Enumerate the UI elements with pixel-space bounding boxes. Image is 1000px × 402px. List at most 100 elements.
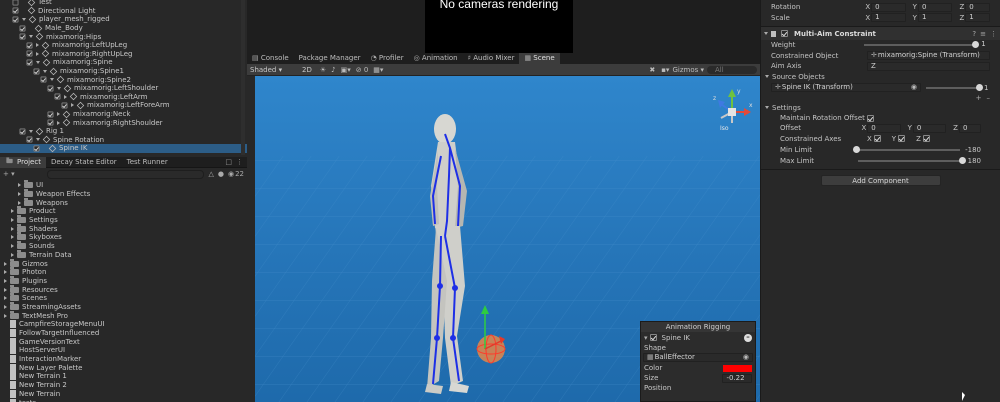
project-item[interactable]: Sounds bbox=[0, 241, 240, 251]
tab-scene[interactable]: ▦ Scene bbox=[519, 53, 560, 64]
size-field[interactable]: -0.22 bbox=[722, 373, 752, 383]
visibility-checkbox[interactable] bbox=[12, 16, 19, 23]
max-limit-value[interactable]: 180 bbox=[968, 157, 981, 165]
collapse-icon[interactable] bbox=[764, 32, 768, 35]
visibility-checkbox[interactable] bbox=[33, 68, 40, 75]
object-picker-icon[interactable]: ◉ bbox=[911, 84, 917, 91]
constrained-object-field[interactable]: ✛ mixamorig:Spine (Transform) bbox=[867, 51, 990, 60]
hierarchy-item[interactable]: mixamorig:Hips bbox=[0, 32, 247, 41]
add-icon[interactable]: + ▾ bbox=[3, 170, 15, 178]
hierarchy-item[interactable]: Male_Body bbox=[0, 24, 247, 33]
tab-test-runner[interactable]: Test Runner bbox=[122, 157, 173, 168]
visibility-checkbox[interactable] bbox=[47, 85, 54, 92]
project-item[interactable]: StreamingAssets bbox=[0, 301, 240, 312]
project-item[interactable]: Weapons bbox=[0, 197, 240, 207]
shading-mode-dropdown[interactable]: Shaded ▾ bbox=[250, 66, 292, 74]
weight-slider[interactable] bbox=[863, 41, 979, 48]
tab-project[interactable]: Project bbox=[0, 157, 46, 168]
source-weight-value[interactable]: 1 bbox=[984, 84, 988, 92]
hierarchy-item[interactable]: player_mesh_rigged bbox=[0, 15, 247, 24]
visibility-checkbox[interactable] bbox=[26, 59, 33, 66]
project-item[interactable]: Product bbox=[0, 206, 240, 216]
source-weight-slider[interactable] bbox=[926, 83, 983, 91]
target-enabled-checkbox[interactable] bbox=[649, 334, 657, 341]
weight-field[interactable]: 1 bbox=[978, 40, 990, 50]
expand-arrow-icon[interactable] bbox=[11, 209, 14, 214]
offset-y-field[interactable]: 0 bbox=[912, 123, 947, 133]
hierarchy-item[interactable]: Spine IK bbox=[0, 144, 247, 153]
weight-slider-knob[interactable] bbox=[971, 41, 979, 48]
rotation-z-field[interactable]: 0 bbox=[965, 2, 990, 12]
hierarchy-item[interactable]: mixamorig:Neck bbox=[0, 110, 247, 119]
visibility-checkbox[interactable] bbox=[26, 136, 33, 143]
hierarchy-scrollbar[interactable] bbox=[241, 0, 245, 155]
project-item[interactable]: Scenes bbox=[0, 293, 240, 303]
aim-axis-dropdown[interactable]: Z bbox=[867, 61, 990, 71]
project-item[interactable]: Terrain Data bbox=[0, 249, 240, 260]
expand-arrow-icon[interactable] bbox=[4, 278, 7, 283]
rotation-x-field[interactable]: 0 bbox=[871, 2, 906, 12]
collapse-arrow-icon[interactable] bbox=[57, 86, 61, 90]
hierarchy-item[interactable]: mixamorig:Spine2 bbox=[0, 75, 247, 84]
hierarchy-item[interactable]: mixamorig:RightShoulder bbox=[0, 118, 247, 127]
project-item[interactable]: Shaders bbox=[0, 223, 240, 233]
expand-arrow-icon[interactable] bbox=[18, 183, 21, 188]
visibility-checkbox[interactable] bbox=[47, 111, 54, 117]
project-item[interactable]: Gizmos bbox=[0, 258, 240, 268]
project-item[interactable]: New Terrain 1 bbox=[0, 372, 240, 381]
expand-arrow-icon[interactable] bbox=[4, 304, 7, 309]
project-item[interactable]: Skyboxes bbox=[0, 232, 240, 242]
project-item[interactable]: New Terrain 2 bbox=[0, 381, 240, 390]
project-item[interactable]: InteractionMarker bbox=[0, 355, 240, 364]
expand-arrow-icon[interactable] bbox=[57, 112, 60, 117]
project-item[interactable]: Photon bbox=[0, 267, 240, 277]
source-objects-expand-icon[interactable] bbox=[765, 75, 769, 78]
hierarchy-item[interactable]: mixamorig:LeftShoulder bbox=[0, 84, 247, 93]
component-enabled-checkbox[interactable] bbox=[781, 30, 788, 37]
camera-icon[interactable]: ▪▾ bbox=[661, 66, 669, 74]
orientation-gizmo[interactable]: y x z bbox=[713, 88, 753, 123]
collapse-arrow-icon[interactable] bbox=[36, 60, 40, 64]
remove-source-icon[interactable]: – bbox=[987, 94, 991, 102]
maintain-offset-checkbox[interactable] bbox=[867, 114, 874, 122]
max-limit-knob[interactable] bbox=[959, 156, 967, 164]
expand-arrow-icon[interactable] bbox=[4, 270, 7, 275]
grid-icon[interactable]: ▦▾ bbox=[373, 66, 383, 74]
help-icon[interactable]: ? bbox=[972, 30, 976, 38]
max-limit-slider[interactable] bbox=[857, 156, 967, 164]
target-arrow-icon[interactable]: ▾ bbox=[644, 334, 648, 342]
expand-arrow-icon[interactable] bbox=[4, 287, 7, 292]
eye-icon[interactable]: ◉ bbox=[228, 170, 234, 178]
expand-arrow-icon[interactable] bbox=[64, 94, 67, 99]
visibility-checkbox[interactable] bbox=[19, 33, 26, 40]
offset-x-field[interactable]: 0 bbox=[867, 123, 901, 133]
tools-icon[interactable]: ✖ bbox=[649, 66, 655, 74]
expand-arrow-icon[interactable] bbox=[36, 43, 39, 48]
effects-dropdown[interactable]: ▣▾ bbox=[341, 66, 351, 74]
axis-x-checkbox[interactable] bbox=[873, 135, 881, 142]
visibility-checkbox[interactable] bbox=[19, 25, 26, 32]
lighting-icon[interactable]: ☀ bbox=[320, 66, 326, 74]
hierarchy-item[interactable]: mixamorig:RightUpLeg bbox=[0, 50, 247, 59]
expand-arrow-icon[interactable] bbox=[11, 252, 14, 257]
project-item[interactable]: HostServerUI bbox=[0, 346, 240, 355]
min-limit-value[interactable]: -180 bbox=[965, 146, 981, 154]
visibility-checkbox[interactable] bbox=[12, 0, 19, 6]
tab-decay-state-editor[interactable]: Decay State Editor bbox=[46, 157, 122, 168]
collapse-arrow-icon[interactable] bbox=[29, 129, 33, 133]
hidden-objects-icon[interactable]: ⊘ 0 bbox=[356, 66, 369, 74]
tab-animation[interactable]: ◎ Animation bbox=[409, 53, 463, 64]
hierarchy-item[interactable]: mixamorig:Spine1 bbox=[0, 67, 247, 76]
project-item[interactable]: GameVersionText bbox=[0, 337, 240, 346]
preset-icon[interactable]: ≡ bbox=[980, 30, 986, 38]
visibility-checkbox[interactable] bbox=[26, 50, 33, 57]
min-limit-knob[interactable] bbox=[852, 145, 860, 153]
project-item[interactable]: Settings bbox=[0, 215, 240, 225]
collapse-arrow-icon[interactable] bbox=[36, 138, 40, 142]
collapse-arrow-icon[interactable] bbox=[50, 78, 54, 82]
expand-arrow-icon[interactable] bbox=[18, 192, 21, 197]
tab-package-manager[interactable]: Package Manager bbox=[294, 53, 366, 64]
project-item[interactable]: UI bbox=[0, 180, 240, 190]
min-limit-slider[interactable] bbox=[852, 145, 961, 153]
component-menu-icon[interactable]: ⋮ bbox=[990, 30, 997, 38]
